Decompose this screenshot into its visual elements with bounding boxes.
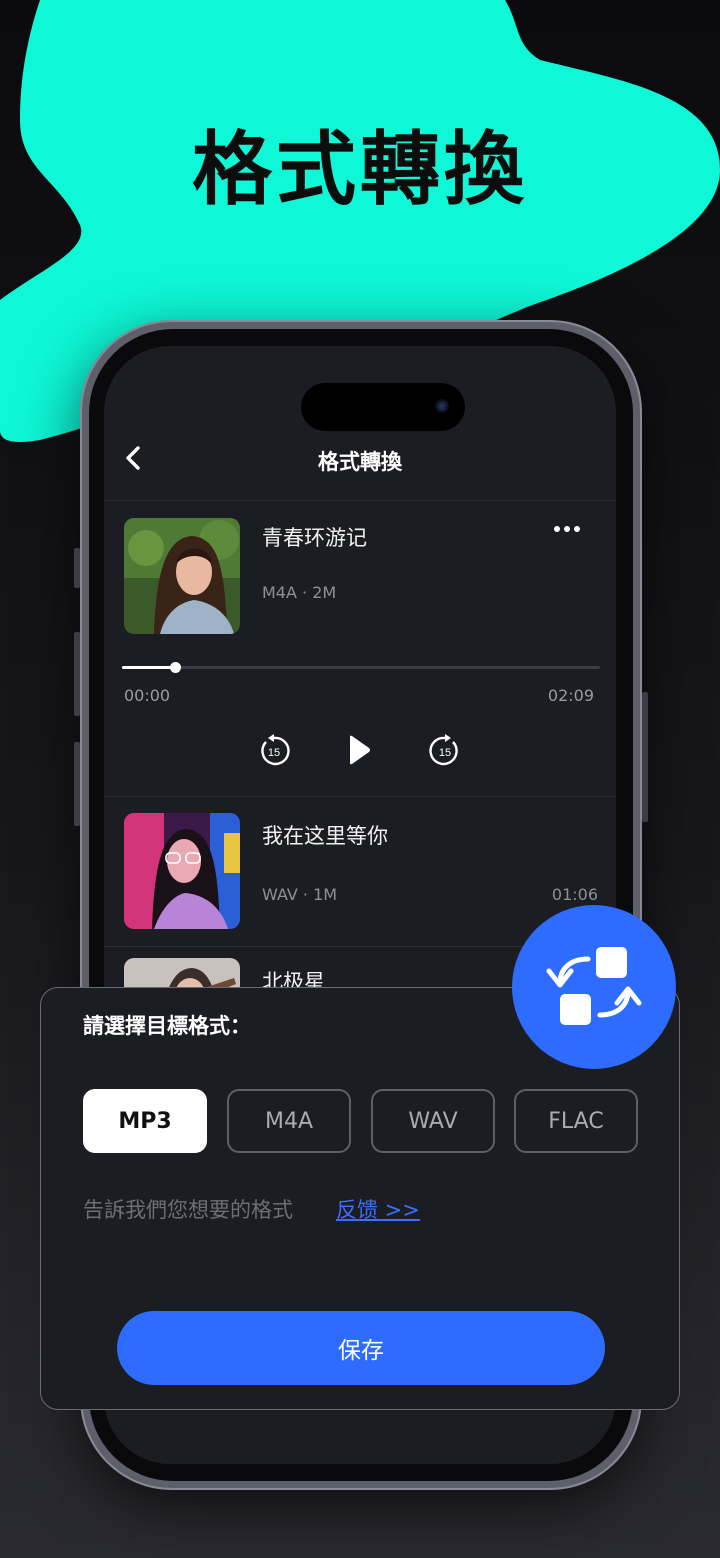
format-option-flac[interactable]: FLAC [514,1089,638,1153]
page-title: 格式轉換 [318,450,402,474]
feedback-link[interactable]: 反馈 >> [336,1194,420,1224]
format-convert-icon [546,947,642,1025]
album-cover[interactable] [124,518,240,634]
save-button[interactable]: 保存 [117,1311,605,1385]
more-options-icon[interactable] [552,522,582,536]
format-option-m4a[interactable]: M4A [227,1089,351,1153]
album-cover[interactable] [124,813,240,929]
convert-badge [512,905,676,1069]
rewind-15-icon[interactable]: 15 [257,734,291,768]
phone-action-button [74,548,80,588]
camera-icon [435,399,449,413]
phone-power-button [642,692,648,822]
format-hint: 告訴我們您想要的格式 [83,1198,293,1222]
phone-volume-down-button [74,742,80,826]
divider [104,796,616,797]
divider [104,500,616,501]
phone-volume-up-button [74,632,80,716]
sheet-title: 請選擇目標格式： [83,1014,251,1038]
song-meta: WAV · 1M [262,885,338,904]
forward-seconds: 15 [439,747,451,759]
format-option-wav[interactable]: WAV [371,1089,495,1153]
hero-title: 格式轉換 [192,123,528,216]
dynamic-island [301,383,465,431]
progress-fill [122,666,175,669]
nav-bar: 格式轉換 [104,438,616,478]
progress-knob[interactable] [169,662,181,673]
song-duration: 01:06 [551,885,598,904]
format-option-mp3[interactable]: MP3 [83,1089,207,1153]
song-title: 青春环游记 [262,526,367,550]
play-icon[interactable] [346,734,372,766]
current-time: 00:00 [124,686,171,705]
forward-15-icon[interactable]: 15 [428,734,462,768]
rewind-seconds: 15 [268,747,280,759]
song-meta: M4A · 2M [262,583,337,602]
progress-bar[interactable] [122,662,600,673]
total-time: 02:09 [547,686,594,705]
song-title: 我在这里等你 [262,824,388,848]
